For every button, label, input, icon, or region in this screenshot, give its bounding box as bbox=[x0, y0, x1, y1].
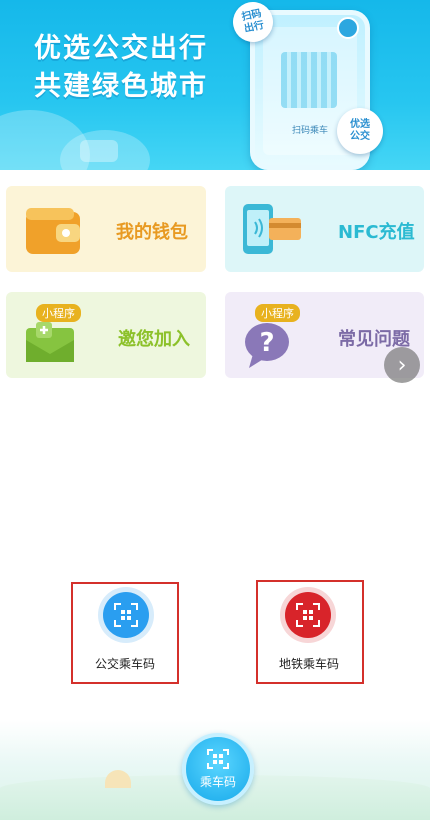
metro-code-button[interactable] bbox=[278, 592, 338, 638]
banner-title-line1: 优选公交出行 bbox=[34, 33, 208, 64]
ride-code-tab-label: 乘车码 bbox=[199, 775, 236, 789]
bus-code-button[interactable] bbox=[96, 592, 156, 638]
metro-code-label[interactable]: 地铁乘车码 bbox=[256, 655, 362, 672]
bus-silhouette-icon bbox=[80, 140, 118, 162]
card-label-invite: 邀您加入 bbox=[118, 329, 190, 350]
hero-banner[interactable]: 优选公交出行 共建绿色城市 扫码乘车 扫码 出行 优选 公交 bbox=[0, 0, 430, 170]
metro-qr-icon bbox=[285, 592, 331, 638]
card-label-wallet: 我的钱包 bbox=[116, 222, 188, 243]
sun-decoration bbox=[105, 770, 131, 788]
bus-code-label[interactable]: 公交乘车码 bbox=[71, 655, 179, 672]
qr-scan-icon bbox=[207, 749, 229, 769]
brand-sticker: 优选 公交 bbox=[337, 108, 383, 154]
help-bubble-icon: ? bbox=[245, 323, 289, 368]
card-invite[interactable]: 小程序 邀您加入 bbox=[6, 292, 206, 378]
qr-code-icon bbox=[281, 52, 337, 108]
ride-code-tab[interactable]: 乘车码 bbox=[182, 733, 254, 805]
wallet-icon bbox=[26, 208, 80, 254]
banner-title-line2: 共建绿色城市 bbox=[34, 71, 208, 102]
card-my-wallet[interactable]: 我的钱包 bbox=[6, 186, 206, 272]
bus-qr-icon bbox=[103, 592, 149, 638]
chevron-right-icon: › bbox=[397, 352, 407, 378]
card-label-nfc: NFC充值 bbox=[338, 222, 415, 243]
card-nfc-recharge[interactable]: NFC充值 bbox=[225, 186, 424, 272]
invite-envelope-icon bbox=[26, 322, 74, 362]
signal-icon bbox=[337, 17, 359, 39]
mini-program-badge: 小程序 bbox=[36, 304, 81, 322]
next-page-button[interactable]: › bbox=[384, 347, 420, 383]
mini-program-badge: 小程序 bbox=[255, 304, 300, 322]
nfc-card-icon bbox=[243, 204, 301, 254]
svg-text:?: ? bbox=[259, 328, 274, 358]
